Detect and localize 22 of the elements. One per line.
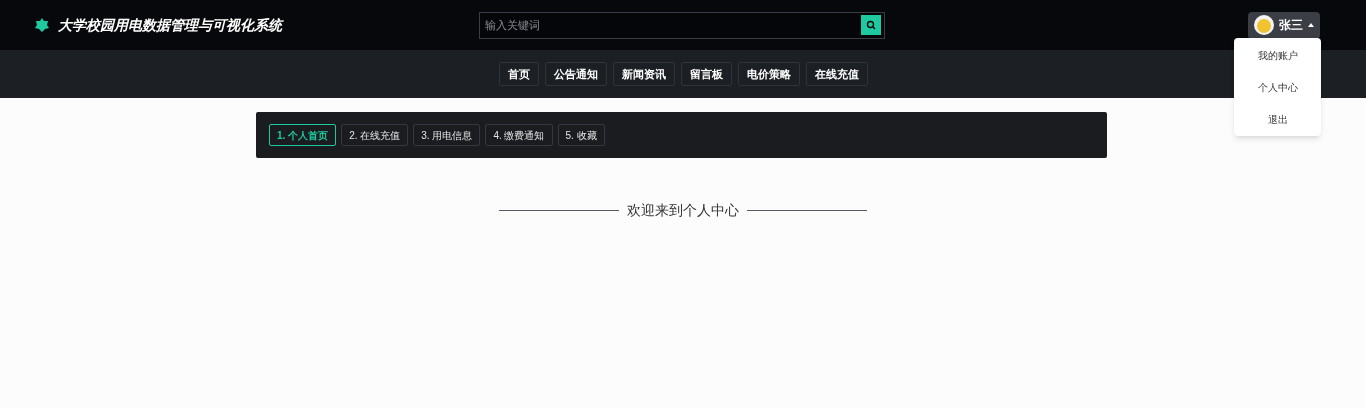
nav-link[interactable]: 电价策略 [737, 62, 800, 86]
tab[interactable]: 3. 用电信息 [413, 124, 481, 146]
tab[interactable]: 4. 缴费通知 [485, 124, 553, 146]
avatar-icon [1254, 15, 1274, 35]
nav-link[interactable]: 公告通知 [544, 62, 607, 86]
nav-link[interactable]: 新闻资讯 [612, 62, 675, 86]
search-button[interactable] [861, 15, 881, 35]
search-icon [866, 20, 876, 30]
tab[interactable]: 2. 在线充值 [341, 124, 409, 146]
dropdown-item[interactable]: 我的账户 [1234, 39, 1321, 71]
tab[interactable]: 1. 个人首页 [269, 124, 337, 146]
dropdown-item[interactable]: 个人中心 [1234, 71, 1321, 103]
dropdown-item[interactable]: 退出 [1234, 103, 1321, 135]
nav-link[interactable]: 首页 [498, 62, 539, 86]
user-menu-button[interactable]: 张三 [1248, 11, 1320, 39]
nav-link[interactable]: 在线充值 [805, 62, 868, 86]
search-field[interactable]: 输入关键词 [479, 11, 885, 39]
search-input[interactable]: 输入关键词 [485, 16, 785, 34]
site-title: 大学校园用电数据管理与可视化系统 [58, 15, 282, 35]
welcome-heading: 欢迎来到个人中心 [627, 201, 739, 220]
nav-link[interactable]: 留言板 [680, 62, 732, 86]
tab[interactable]: 5. 收藏 [557, 124, 605, 146]
